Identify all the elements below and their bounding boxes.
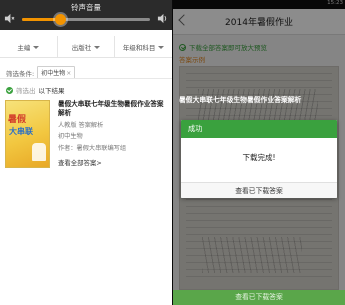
book-edition: 人教版 答案解析 — [58, 122, 104, 129]
filter-label: 主编 — [17, 43, 31, 52]
chip-label: 初中生物 — [41, 70, 66, 77]
result-prefix: 筛选出 — [16, 87, 36, 95]
screen: 铃声音量 主编 出版社 年级和科目 筛选条件: 初中生物× 筛选出 以下结果 暑… — [0, 0, 345, 305]
chevron-down-icon — [158, 45, 165, 49]
view-all-answers-link[interactable]: 查看全部答案> — [58, 158, 102, 167]
answer-panel: 15:23 2014年暑假作业 下载全部答案即可放大预览 答案示例 暑假大串联七… — [173, 0, 345, 305]
chevron-down-icon — [94, 45, 101, 49]
success-dialog: 成功 下载完成! 查看已下载答案 — [181, 120, 337, 198]
book-cover[interactable]: 暑假 大串联 — [5, 100, 50, 168]
volume-knob[interactable] — [54, 14, 66, 25]
book-author: 作者：暑假大串联编写组 — [58, 145, 127, 152]
view-downloaded-button[interactable]: 查看已下载答案 — [181, 182, 337, 198]
divider — [0, 78, 172, 79]
filter-label: 出版社 — [71, 43, 92, 52]
filter-publisher-dropdown[interactable]: 出版社 — [56, 36, 115, 57]
volume-overlay: 铃声音量 — [0, 0, 172, 30]
book-grade: 初中生物 — [58, 133, 83, 140]
filter-bar: 主编 出版社 年级和科目 — [0, 36, 172, 58]
filter-editor-dropdown[interactable]: 主编 — [0, 36, 57, 57]
dialog-message: 下载完成! — [242, 153, 276, 162]
dialog-title: 成功 — [181, 120, 337, 138]
filter-label: 年级和科目 — [122, 43, 156, 52]
result-text: 以下结果 — [38, 87, 65, 95]
result-header: 筛选出 以下结果 — [6, 85, 65, 95]
conditions-label: 筛选条件: — [6, 69, 35, 78]
check-circle-icon — [6, 86, 13, 94]
book-title: 暑假大串联七年级生物暑假作业答案解析 — [179, 96, 302, 104]
volume-slider[interactable] — [22, 14, 150, 25]
close-icon[interactable]: × — [66, 70, 71, 77]
cover-subtitle: 大串联 — [9, 127, 33, 136]
filter-grade-subject-dropdown[interactable]: 年级和科目 — [114, 36, 172, 57]
speaker-loud-icon[interactable] — [157, 13, 168, 24]
volume-title: 铃声音量 — [71, 3, 101, 12]
book-title[interactable]: 暑假大串联七年级生物暑假作业答案解析 — [58, 100, 170, 118]
speaker-mute-icon[interactable] — [4, 13, 15, 24]
chevron-down-icon — [33, 45, 40, 49]
cover-title: 暑假 — [8, 115, 27, 125]
search-panel: 铃声音量 主编 出版社 年级和科目 筛选条件: 初中生物× 筛选出 以下结果 暑… — [0, 0, 172, 305]
cover-illustration — [32, 143, 46, 161]
view-downloaded-bottom-button[interactable]: 查看已下载答案 — [173, 290, 345, 305]
